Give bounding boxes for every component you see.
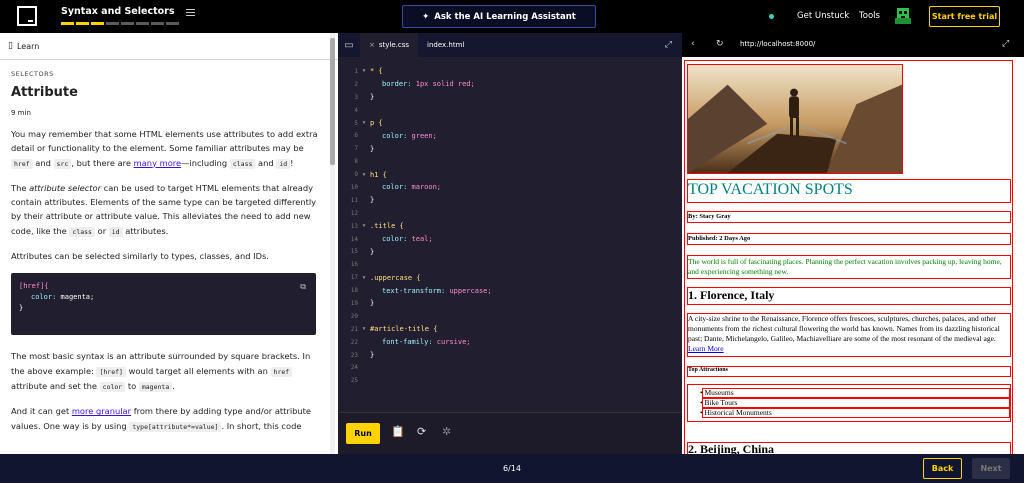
code-line[interactable]: 2 border: 1px solid red; — [338, 78, 682, 91]
code-line[interactable]: 19} — [338, 297, 682, 310]
code-line[interactable]: 18 text-transform: uppercase; — [338, 284, 682, 297]
learn-more-link[interactable]: Learn More — [688, 344, 724, 353]
back-button[interactable]: Back — [923, 458, 962, 479]
code-line[interactable]: 3} — [338, 91, 682, 104]
editor-tabs: ▭ × style.css index.html ⤢ — [338, 33, 682, 57]
run-button[interactable]: Run — [346, 423, 380, 444]
list-item: • Historical Monuments — [700, 408, 772, 417]
top-bar: Syntax and Selectors ✦ Ask the AI Learni… — [0, 0, 1024, 33]
progress-bar — [61, 22, 179, 25]
start-trial-button[interactable]: Start free trial — [929, 6, 1000, 27]
fold-icon: ▼ — [362, 68, 366, 75]
menu-icon[interactable] — [186, 9, 195, 16]
bottom-nav: 6/14 Back Next — [0, 454, 1024, 483]
code-line[interactable]: 22 font-family: cursive; — [338, 336, 682, 349]
list-item: • Bike Tours — [700, 398, 738, 407]
refresh-icon[interactable]: ↻ — [716, 39, 724, 49]
page-counter: 6/14 — [503, 464, 521, 473]
code-line[interactable]: 14 color: teal; — [338, 233, 682, 246]
hiker-photo — [687, 64, 903, 174]
paragraph-4: The most basic syntax is an attribute su… — [11, 351, 311, 392]
tab-style-css[interactable]: × style.css — [360, 33, 419, 57]
copy-icon[interactable]: ⧉ — [300, 281, 306, 292]
code-line[interactable]: 10 color: maroon; — [338, 181, 682, 194]
next-button[interactable]: Next — [972, 458, 1010, 479]
code-editor: ▭ × style.css index.html ⤢ 1 ▼ * {2 border: … — [338, 33, 682, 454]
fold-icon: ▼ — [362, 223, 366, 230]
tab-index-html[interactable]: index.html — [418, 33, 473, 57]
paragraph-3: Attributes can be selected similarly to … — [11, 251, 269, 262]
expand-icon[interactable]: ⤢ — [1002, 39, 1009, 49]
back-arrow-icon[interactable]: ‹ — [691, 39, 695, 49]
status-dot — [769, 14, 774, 19]
page-h2-florence: 1. Florence, Italy — [688, 288, 775, 302]
code-line[interactable]: 11} — [338, 194, 682, 207]
code-line[interactable]: 21 ▼ #article-title { — [338, 323, 682, 336]
url-bar[interactable]: http://localhost:8000/ — [740, 40, 815, 48]
code-line[interactable]: 23} — [338, 349, 682, 362]
app: Syntax and Selectors ✦ Ask the AI Learni… — [0, 0, 1024, 483]
code-line[interactable]: 4 — [338, 104, 682, 117]
learn-header: ▯ Learn — [0, 33, 338, 60]
code-line[interactable]: 1 ▼ * { — [338, 65, 682, 78]
lesson-kicker: SELECTORS — [11, 70, 54, 78]
tools-link[interactable]: Tools — [859, 11, 880, 21]
paragraph-1: You may remember that some HTML elements… — [11, 129, 318, 169]
many-more-link[interactable]: many more — [134, 158, 181, 168]
clipboard-icon[interactable]: 📋 — [391, 425, 405, 438]
top-attractions-label: Top Attractions — [688, 367, 728, 373]
fold-icon: ▼ — [362, 274, 366, 281]
close-icon[interactable]: × — [369, 41, 375, 49]
more-granular-link[interactable]: more granular — [72, 406, 131, 416]
code-line[interactable]: 7} — [338, 142, 682, 155]
page-intro: The world is full of fascinating places.… — [688, 257, 1002, 276]
code-line[interactable]: 9 ▼ h1 { — [338, 168, 682, 181]
get-unstuck-link[interactable]: Get Unstuck — [797, 11, 849, 21]
page-byline: By: Stacy Gray — [688, 213, 731, 220]
code-line[interactable]: 16 — [338, 258, 682, 271]
folder-icon[interactable]: ▭ — [338, 40, 360, 51]
paragraph-2: The attribute selector can be used to ta… — [11, 182, 317, 237]
course-title: Syntax and Selectors — [61, 6, 175, 17]
code-line[interactable]: 5 ▼ p { — [338, 117, 682, 130]
ai-assistant-button[interactable]: ✦ Ask the AI Learning Assistant — [402, 5, 596, 28]
read-time: 9 min — [11, 109, 31, 117]
browser-preview: ‹ ↻ http://localhost:8000/ ⤢ TOP VACATIO… — [682, 33, 1024, 454]
magic-icon[interactable]: ✲ — [442, 425, 451, 438]
editor-toolbar: Run 📋 ⟳ ✲ — [338, 412, 682, 454]
code-line[interactable]: 24 — [338, 361, 682, 374]
rendered-page: TOP VACATION SPOTS By: Stacy Gray Publis… — [682, 57, 1024, 454]
fold-icon: ▼ — [362, 171, 366, 178]
sparkle-icon: ✦ — [422, 11, 430, 22]
expand-icon[interactable]: ⤢ — [665, 40, 672, 50]
codecademy-logo[interactable] — [17, 6, 37, 26]
code-line[interactable]: 8 — [338, 155, 682, 168]
course-progress[interactable]: Syntax and Selectors — [61, 6, 179, 25]
paragraph-5: And it can get more granular from there … — [11, 406, 312, 432]
code-line[interactable]: 20 — [338, 310, 682, 323]
code-line[interactable]: 12 — [338, 207, 682, 220]
code-line[interactable]: 17 ▼ .uppercase { — [338, 271, 682, 284]
lesson-scroll-thumb[interactable] — [330, 38, 335, 165]
page-description: A city-size shrine to the Renaissance, F… — [688, 314, 1000, 353]
page-heading: TOP VACATION SPOTS — [688, 181, 853, 198]
reset-icon[interactable]: ⟳ — [417, 425, 426, 438]
page-h2-beijing: 2. Beijing, China — [688, 442, 775, 454]
fold-icon: ▼ — [362, 326, 366, 333]
fold-icon: ▼ — [362, 120, 366, 126]
avatar-icon[interactable] — [893, 6, 913, 26]
code-line[interactable]: 15} — [338, 245, 682, 258]
page-published: Published: 2 Days Ago — [688, 235, 751, 242]
code-line[interactable]: 13 ▼ .title { — [338, 220, 682, 233]
list-item: • Museums — [700, 388, 734, 397]
attractions-list: • Museums • Bike Tours • Historical Monu… — [700, 388, 772, 418]
book-icon: ▯ — [8, 41, 13, 51]
code-line[interactable]: 6 color: green; — [338, 129, 682, 142]
code-snippet: [href]{ color: magenta; } ⧉ — [11, 273, 316, 336]
browser-bar: ‹ ↻ http://localhost:8000/ ⤢ — [682, 33, 1024, 57]
lesson-panel: ▯ Learn SELECTORS Attribute 9 min You ma… — [0, 33, 338, 454]
code-line[interactable]: 25 — [338, 374, 682, 387]
code-area[interactable]: 1 ▼ * {2 border: 1px solid red; 3} 4 5 ▼ p {6 col… — [338, 57, 682, 387]
lesson-title: Attribute — [11, 85, 78, 100]
